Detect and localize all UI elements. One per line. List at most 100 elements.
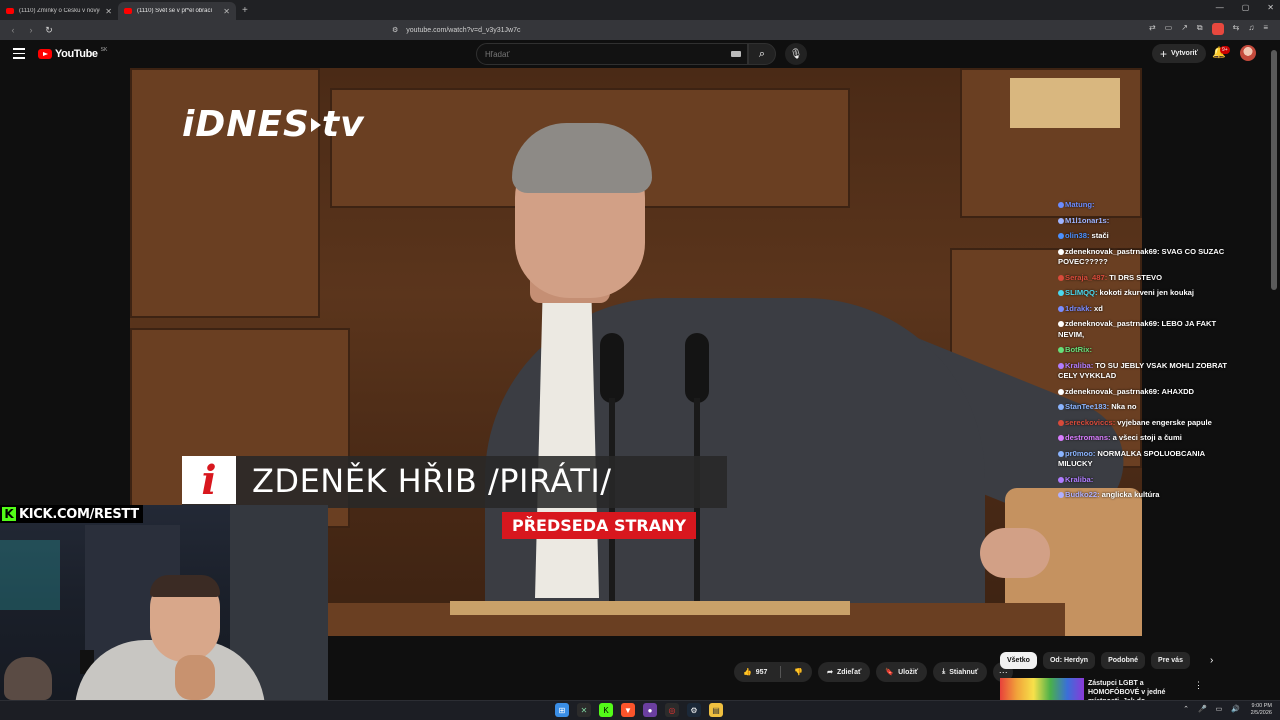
close-window-icon[interactable]: ✕ bbox=[1267, 3, 1274, 12]
chat-username[interactable]: olin38: bbox=[1065, 231, 1089, 240]
chat-message: Kraliba: bbox=[1058, 475, 1228, 486]
youtube-logo[interactable]: YouTube SK bbox=[38, 47, 107, 60]
chrome-icon[interactable]: ◎ bbox=[665, 703, 679, 717]
more-vertical-icon[interactable]: ⋮ bbox=[1194, 680, 1203, 691]
avatar[interactable] bbox=[1240, 45, 1256, 61]
chat-username[interactable]: Kraliba: bbox=[1065, 361, 1093, 370]
like-dislike-group: 👍 957 👎 bbox=[734, 662, 813, 682]
chat-username[interactable]: Matung: bbox=[1065, 200, 1095, 209]
keyboard-icon[interactable] bbox=[731, 51, 741, 57]
voice-search-button[interactable]: 🎙 bbox=[785, 43, 807, 65]
like-button[interactable]: 👍 957 bbox=[734, 662, 776, 682]
broadcaster-logo-text: iDNES bbox=[182, 104, 310, 145]
menu-icon[interactable]: ≡ bbox=[1263, 23, 1268, 35]
media-icon[interactable]: ♫ bbox=[1248, 23, 1254, 35]
new-tab-icon[interactable]: + bbox=[242, 5, 248, 16]
back-icon[interactable]: ‹ bbox=[8, 25, 18, 35]
chat-badge-icon bbox=[1058, 274, 1064, 281]
browser-tab[interactable]: (1110) Zmínky o Česku v nových Ep ✕ bbox=[0, 2, 118, 20]
cast-icon[interactable]: ▭ bbox=[1165, 23, 1173, 35]
windows-start-icon[interactable]: ⊞ bbox=[555, 703, 569, 717]
chat-text: vyjebane engerske papule bbox=[1117, 417, 1212, 427]
chat-username[interactable]: StanTee183: bbox=[1065, 402, 1109, 411]
minimize-icon[interactable]: — bbox=[1216, 3, 1224, 12]
sidebar-icon[interactable]: ⇆ bbox=[1233, 23, 1240, 35]
chat-username[interactable]: destromans: bbox=[1065, 433, 1111, 442]
chip-related[interactable]: Podobné bbox=[1101, 652, 1146, 669]
share-page-icon[interactable]: ↗ bbox=[1181, 23, 1188, 35]
extensions-icon[interactable]: ⧉ bbox=[1197, 23, 1203, 35]
create-label: Vytvoriť bbox=[1171, 50, 1198, 57]
recommended-video[interactable]: Zástupci LGBT a HOMOFÓBOVÉ v jedné místn… bbox=[1000, 678, 1205, 700]
youtube-play-icon bbox=[38, 49, 52, 59]
chat-text: anglicka kultúra bbox=[1101, 490, 1160, 499]
network-icon[interactable]: ▭ bbox=[1216, 705, 1223, 713]
chat-badge-icon bbox=[1058, 290, 1064, 296]
streamer-hair bbox=[150, 575, 220, 597]
streamer-webcam bbox=[0, 505, 328, 700]
chat-message: BotRix: bbox=[1058, 345, 1228, 356]
chat-message: SLIMQQ: kokoti zkurveni jen koukaj bbox=[1058, 288, 1228, 299]
url-field[interactable]: ⚙ youtube.com/watch?v=d_v3y31Jw7c bbox=[374, 22, 934, 38]
window-controls: — ▢ ✕ bbox=[1216, 3, 1274, 12]
dislike-button[interactable]: 👎 bbox=[785, 662, 812, 682]
save-button[interactable]: 🔖 Uložiť bbox=[876, 662, 928, 682]
reload-icon[interactable]: ↻ bbox=[44, 25, 54, 36]
scroll-thumb[interactable] bbox=[1271, 50, 1277, 290]
chat-username[interactable]: M1l1onar1s: bbox=[1065, 216, 1109, 225]
url-text[interactable]: youtube.com/watch?v=d_v3y31Jw7c bbox=[406, 27, 520, 34]
page-scrollbar[interactable] bbox=[1268, 40, 1280, 700]
brave-browser-icon[interactable]: ▼ bbox=[621, 703, 635, 717]
chat-username[interactable]: Budko22: bbox=[1065, 490, 1100, 499]
forward-icon[interactable]: › bbox=[26, 25, 36, 35]
video-title[interactable]: Zástupci LGBT a HOMOFÓBOVÉ v jedné místn… bbox=[1088, 679, 1192, 700]
chat-badge-icon bbox=[1058, 321, 1064, 327]
chat-message: pr0moo: NORMALKA SPOLUOBCANIA MILUCKY bbox=[1058, 449, 1228, 470]
close-tab-icon[interactable]: ✕ bbox=[223, 7, 230, 16]
chip-all[interactable]: Všetko bbox=[1000, 652, 1037, 669]
chat-username[interactable]: zdeneknovak_pastrnak69: bbox=[1065, 319, 1160, 328]
kick-app-icon[interactable]: K bbox=[599, 703, 613, 717]
maximize-icon[interactable]: ▢ bbox=[1242, 3, 1250, 12]
thumbs-down-icon: 👎 bbox=[794, 669, 804, 676]
browser-toolbar-icons: ⇄ ▭ ↗ ⧉ ⇆ ♫ ≡ bbox=[1149, 23, 1268, 35]
broadcaster-logo: iDNES tv bbox=[182, 104, 365, 145]
xbox-icon[interactable]: ✕ bbox=[577, 703, 591, 717]
download-button[interactable]: ⤓ Stiahnuť bbox=[933, 662, 988, 682]
share-button[interactable]: ➦ Zdieľať bbox=[818, 662, 871, 682]
chat-username[interactable]: Seraja_487: bbox=[1065, 273, 1107, 282]
chat-username[interactable]: BotRix: bbox=[1065, 345, 1092, 354]
chat-username[interactable]: sereckoviccs: bbox=[1065, 418, 1115, 427]
obs-icon[interactable]: ● bbox=[643, 703, 657, 717]
volume-icon[interactable]: 🔊 bbox=[1231, 705, 1240, 713]
chevron-right-icon[interactable]: › bbox=[1210, 655, 1213, 666]
search-box bbox=[476, 43, 748, 65]
chat-username[interactable]: SLIMQQ: bbox=[1065, 288, 1097, 297]
chat-badge-icon bbox=[1058, 476, 1064, 483]
chat-text: AHAXDD bbox=[1161, 386, 1195, 396]
create-button[interactable]: + Vytvoriť bbox=[1152, 44, 1206, 63]
chat-username[interactable]: zdeneknovak_pastrnak69: bbox=[1065, 247, 1160, 256]
video-thumbnail[interactable] bbox=[1000, 678, 1084, 700]
browser-tab-active[interactable]: (1110) Svět se v př*el obrací ✕ bbox=[118, 2, 236, 20]
microphone-tray-icon[interactable]: 🎤 bbox=[1198, 705, 1207, 713]
translate-icon[interactable]: ⇄ bbox=[1149, 23, 1156, 35]
steam-icon[interactable]: ⚙ bbox=[687, 703, 701, 717]
brave-shield-icon[interactable] bbox=[1211, 23, 1224, 35]
close-tab-icon[interactable]: ✕ bbox=[105, 7, 112, 16]
chevron-up-icon[interactable]: ⌃ bbox=[1183, 705, 1189, 713]
chat-username[interactable]: zdeneknovak_pastrnak69: bbox=[1065, 387, 1160, 396]
site-info-icon[interactable]: ⚙ bbox=[392, 26, 398, 34]
search-input[interactable] bbox=[485, 49, 725, 59]
hamburger-menu-icon[interactable] bbox=[13, 48, 25, 59]
chip-from-channel[interactable]: Od: Herdyn bbox=[1042, 652, 1096, 669]
play-triangle-icon bbox=[310, 118, 321, 132]
chat-username[interactable]: Kraliba: bbox=[1065, 475, 1093, 484]
microphone-icon: 🎙 bbox=[789, 48, 803, 60]
chat-username[interactable]: pr0moo: bbox=[1065, 449, 1095, 458]
chat-username[interactable]: 1drakk: bbox=[1065, 304, 1092, 313]
taskbar-clock[interactable]: 9:00 PM 2/5/2026 bbox=[1251, 703, 1272, 717]
file-explorer-icon[interactable]: ▤ bbox=[709, 703, 723, 717]
search-button[interactable]: ⌕ bbox=[748, 43, 776, 65]
chip-for-you[interactable]: Pre vás bbox=[1151, 652, 1190, 669]
